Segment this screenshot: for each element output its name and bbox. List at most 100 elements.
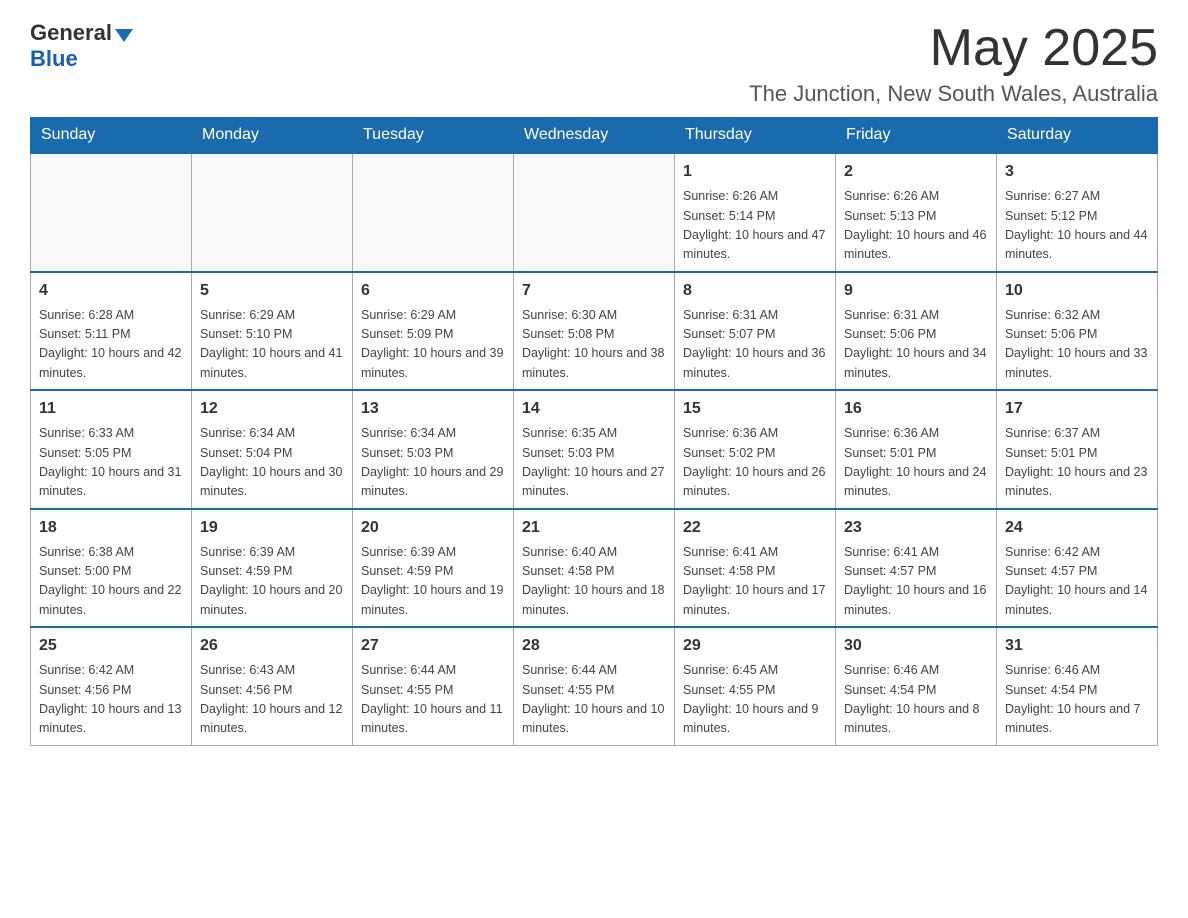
- calendar-week-row: 25 Sunrise: 6:42 AM Sunset: 4:56 PM Dayli…: [31, 627, 1158, 745]
- day-info: Sunrise: 6:43 AM Sunset: 4:56 PM Dayligh…: [200, 661, 344, 739]
- day-info: Sunrise: 6:31 AM Sunset: 5:07 PM Dayligh…: [683, 306, 827, 384]
- day-info: Sunrise: 6:32 AM Sunset: 5:06 PM Dayligh…: [1005, 306, 1149, 384]
- calendar-day-cell: 30 Sunrise: 6:46 AM Sunset: 4:54 PM Dayli…: [836, 627, 997, 745]
- calendar-day-cell: 14 Sunrise: 6:35 AM Sunset: 5:03 PM Dayli…: [514, 390, 675, 509]
- calendar-day-cell: 8 Sunrise: 6:31 AM Sunset: 5:07 PM Daylig…: [675, 272, 836, 391]
- day-number: 9: [844, 279, 988, 303]
- day-number: 14: [522, 397, 666, 421]
- day-number: 7: [522, 279, 666, 303]
- page-header: General Blue May 2025 The Junction, New …: [30, 20, 1158, 107]
- day-number: 11: [39, 397, 183, 421]
- logo: General Blue: [30, 20, 133, 72]
- logo-blue: Blue: [30, 46, 78, 72]
- calendar-day-header: Sunday: [31, 118, 192, 154]
- day-number: 19: [200, 516, 344, 540]
- calendar-day-cell: 31Sunrise: 6:46 AM Sunset: 4:54 PM Dayli…: [997, 627, 1158, 745]
- calendar-day-cell: 23 Sunrise: 6:41 AM Sunset: 4:57 PM Dayli…: [836, 509, 997, 628]
- day-info: Sunrise: 6:31 AM Sunset: 5:06 PM Dayligh…: [844, 306, 988, 384]
- day-number: 4: [39, 279, 183, 303]
- day-number: 30: [844, 634, 988, 658]
- calendar-day-cell: [192, 153, 353, 272]
- calendar-header-row: SundayMondayTuesdayWednesdayThursdayFrid…: [31, 118, 1158, 154]
- day-number: 22: [683, 516, 827, 540]
- calendar-day-cell: [514, 153, 675, 272]
- calendar-day-header: Saturday: [997, 118, 1158, 154]
- day-number: 8: [683, 279, 827, 303]
- day-info: Sunrise: 6:38 AM Sunset: 5:00 PM Dayligh…: [39, 543, 183, 621]
- month-year-title: May 2025: [749, 20, 1158, 77]
- day-number: 3: [1005, 160, 1149, 184]
- day-info: Sunrise: 6:28 AM Sunset: 5:11 PM Dayligh…: [39, 306, 183, 384]
- calendar-day-cell: 24Sunrise: 6:42 AM Sunset: 4:57 PM Dayli…: [997, 509, 1158, 628]
- day-number: 28: [522, 634, 666, 658]
- calendar-day-cell: 10Sunrise: 6:32 AM Sunset: 5:06 PM Dayli…: [997, 272, 1158, 391]
- calendar-day-cell: 25 Sunrise: 6:42 AM Sunset: 4:56 PM Dayli…: [31, 627, 192, 745]
- location-subtitle: The Junction, New South Wales, Australia: [749, 81, 1158, 107]
- day-info: Sunrise: 6:26 AM Sunset: 5:14 PM Dayligh…: [683, 187, 827, 265]
- calendar-day-cell: 20 Sunrise: 6:39 AM Sunset: 4:59 PM Dayli…: [353, 509, 514, 628]
- day-info: Sunrise: 6:33 AM Sunset: 5:05 PM Dayligh…: [39, 424, 183, 502]
- day-number: 21: [522, 516, 666, 540]
- day-info: Sunrise: 6:35 AM Sunset: 5:03 PM Dayligh…: [522, 424, 666, 502]
- calendar-day-cell: 1 Sunrise: 6:26 AM Sunset: 5:14 PM Daylig…: [675, 153, 836, 272]
- day-info: Sunrise: 6:34 AM Sunset: 5:04 PM Dayligh…: [200, 424, 344, 502]
- calendar-day-header: Wednesday: [514, 118, 675, 154]
- day-info: Sunrise: 6:41 AM Sunset: 4:57 PM Dayligh…: [844, 543, 988, 621]
- calendar-week-row: 1 Sunrise: 6:26 AM Sunset: 5:14 PM Daylig…: [31, 153, 1158, 272]
- day-info: Sunrise: 6:29 AM Sunset: 5:09 PM Dayligh…: [361, 306, 505, 384]
- calendar-table: SundayMondayTuesdayWednesdayThursdayFrid…: [30, 117, 1158, 746]
- calendar-day-cell: [31, 153, 192, 272]
- calendar-day-header: Monday: [192, 118, 353, 154]
- calendar-day-cell: 22 Sunrise: 6:41 AM Sunset: 4:58 PM Dayli…: [675, 509, 836, 628]
- day-number: 1: [683, 160, 827, 184]
- day-info: Sunrise: 6:30 AM Sunset: 5:08 PM Dayligh…: [522, 306, 666, 384]
- day-number: 6: [361, 279, 505, 303]
- calendar-day-cell: 3Sunrise: 6:27 AM Sunset: 5:12 PM Daylig…: [997, 153, 1158, 272]
- day-info: Sunrise: 6:39 AM Sunset: 4:59 PM Dayligh…: [361, 543, 505, 621]
- day-number: 27: [361, 634, 505, 658]
- day-number: 26: [200, 634, 344, 658]
- calendar-day-cell: 17Sunrise: 6:37 AM Sunset: 5:01 PM Dayli…: [997, 390, 1158, 509]
- day-number: 18: [39, 516, 183, 540]
- day-number: 16: [844, 397, 988, 421]
- calendar-day-cell: 19 Sunrise: 6:39 AM Sunset: 4:59 PM Dayli…: [192, 509, 353, 628]
- day-number: 20: [361, 516, 505, 540]
- day-info: Sunrise: 6:41 AM Sunset: 4:58 PM Dayligh…: [683, 543, 827, 621]
- calendar-day-cell: 12Sunrise: 6:34 AM Sunset: 5:04 PM Dayli…: [192, 390, 353, 509]
- calendar-week-row: 4 Sunrise: 6:28 AM Sunset: 5:11 PM Daylig…: [31, 272, 1158, 391]
- day-number: 5: [200, 279, 344, 303]
- logo-arrow-icon: [115, 29, 133, 42]
- calendar-day-cell: 6 Sunrise: 6:29 AM Sunset: 5:09 PM Daylig…: [353, 272, 514, 391]
- logo-general: General: [30, 20, 112, 46]
- calendar-day-header: Tuesday: [353, 118, 514, 154]
- day-info: Sunrise: 6:39 AM Sunset: 4:59 PM Dayligh…: [200, 543, 344, 621]
- calendar-day-cell: 15 Sunrise: 6:36 AM Sunset: 5:02 PM Dayli…: [675, 390, 836, 509]
- calendar-day-cell: 28Sunrise: 6:44 AM Sunset: 4:55 PM Dayli…: [514, 627, 675, 745]
- day-number: 13: [361, 397, 505, 421]
- calendar-day-cell: 2 Sunrise: 6:26 AM Sunset: 5:13 PM Daylig…: [836, 153, 997, 272]
- calendar-day-cell: 21 Sunrise: 6:40 AM Sunset: 4:58 PM Dayli…: [514, 509, 675, 628]
- calendar-day-cell: [353, 153, 514, 272]
- calendar-day-cell: 11 Sunrise: 6:33 AM Sunset: 5:05 PM Dayli…: [31, 390, 192, 509]
- day-number: 25: [39, 634, 183, 658]
- calendar-day-cell: 16Sunrise: 6:36 AM Sunset: 5:01 PM Dayli…: [836, 390, 997, 509]
- calendar-day-cell: 26 Sunrise: 6:43 AM Sunset: 4:56 PM Dayli…: [192, 627, 353, 745]
- calendar-day-cell: 9 Sunrise: 6:31 AM Sunset: 5:06 PM Daylig…: [836, 272, 997, 391]
- day-info: Sunrise: 6:42 AM Sunset: 4:56 PM Dayligh…: [39, 661, 183, 739]
- day-info: Sunrise: 6:44 AM Sunset: 4:55 PM Dayligh…: [361, 661, 505, 739]
- day-info: Sunrise: 6:26 AM Sunset: 5:13 PM Dayligh…: [844, 187, 988, 265]
- day-info: Sunrise: 6:45 AM Sunset: 4:55 PM Dayligh…: [683, 661, 827, 739]
- day-number: 31: [1005, 634, 1149, 658]
- calendar-week-row: 11 Sunrise: 6:33 AM Sunset: 5:05 PM Dayli…: [31, 390, 1158, 509]
- day-number: 23: [844, 516, 988, 540]
- day-number: 15: [683, 397, 827, 421]
- day-number: 2: [844, 160, 988, 184]
- day-number: 24: [1005, 516, 1149, 540]
- calendar-day-cell: 7 Sunrise: 6:30 AM Sunset: 5:08 PM Daylig…: [514, 272, 675, 391]
- calendar-day-cell: 5Sunrise: 6:29 AM Sunset: 5:10 PM Daylig…: [192, 272, 353, 391]
- day-info: Sunrise: 6:37 AM Sunset: 5:01 PM Dayligh…: [1005, 424, 1149, 502]
- day-info: Sunrise: 6:46 AM Sunset: 4:54 PM Dayligh…: [844, 661, 988, 739]
- day-info: Sunrise: 6:36 AM Sunset: 5:02 PM Dayligh…: [683, 424, 827, 502]
- day-info: Sunrise: 6:40 AM Sunset: 4:58 PM Dayligh…: [522, 543, 666, 621]
- calendar-day-cell: 29Sunrise: 6:45 AM Sunset: 4:55 PM Dayli…: [675, 627, 836, 745]
